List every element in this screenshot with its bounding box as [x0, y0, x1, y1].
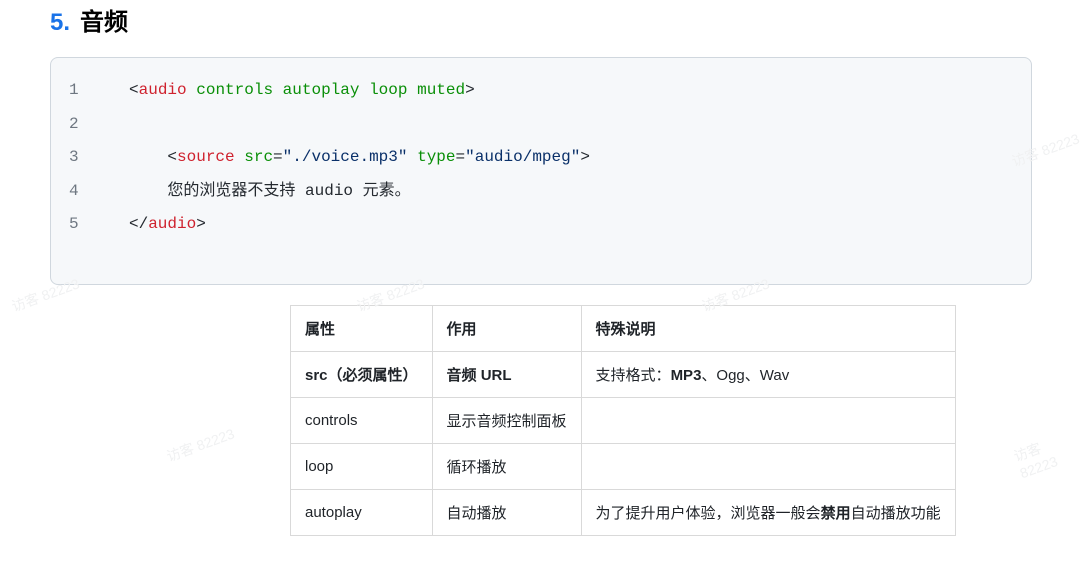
line-number: 2	[69, 108, 129, 142]
line-number: 1	[69, 74, 129, 108]
line-number: 5	[69, 208, 129, 242]
table-cell: loop	[291, 443, 433, 489]
table-cell	[581, 397, 955, 443]
table-cell: 自动播放	[432, 489, 581, 535]
table-row: autoplay自动播放为了提升用户体验，浏览器一般会禁用自动播放功能	[291, 489, 956, 535]
heading-text: 音频	[80, 2, 128, 37]
watermark: 访客 82223	[164, 423, 237, 466]
code-line: 2	[69, 108, 1013, 142]
table-row: src（必须属性）音频 URL支持格式：MP3、Ogg、Wav	[291, 351, 956, 397]
table-cell: controls	[291, 397, 433, 443]
code-line: 1<audio controls autoplay loop muted>	[69, 74, 1013, 108]
code-content	[129, 108, 139, 142]
heading-number: 5.	[50, 9, 70, 37]
code-content: <audio controls autoplay loop muted>	[129, 74, 475, 108]
line-number: 4	[69, 175, 129, 209]
table-cell: 支持格式：MP3、Ogg、Wav	[581, 351, 955, 397]
code-line: 4 您的浏览器不支持 audio 元素。	[69, 175, 1013, 209]
table-cell: 音频 URL	[432, 351, 581, 397]
code-block: 1<audio controls autoplay loop muted>2 3…	[50, 57, 1032, 285]
code-line: 3 <source src="./voice.mp3" type="audio/…	[69, 141, 1013, 175]
table-cell: src（必须属性）	[291, 351, 433, 397]
table-cell: 为了提升用户体验，浏览器一般会禁用自动播放功能	[581, 489, 955, 535]
table-header-cell: 作用	[432, 305, 581, 351]
section-heading: 5. 音频	[50, 0, 1032, 37]
table-cell: 显示音频控制面板	[432, 397, 581, 443]
line-number: 3	[69, 141, 129, 175]
table-header-row: 属性作用特殊说明	[291, 305, 956, 351]
table-row: controls显示音频控制面板	[291, 397, 956, 443]
code-content: 您的浏览器不支持 audio 元素。	[129, 175, 411, 209]
table-cell: 循环播放	[432, 443, 581, 489]
table-header-cell: 特殊说明	[581, 305, 955, 351]
code-content: <source src="./voice.mp3" type="audio/mp…	[129, 141, 590, 175]
code-content: </audio>	[129, 208, 206, 242]
table-row: loop循环播放	[291, 443, 956, 489]
attributes-table: 属性作用特殊说明src（必须属性）音频 URL支持格式：MP3、Ogg、Wavc…	[290, 305, 956, 536]
attributes-table-wrap: 属性作用特殊说明src（必须属性）音频 URL支持格式：MP3、Ogg、Wavc…	[290, 305, 1032, 536]
table-header-cell: 属性	[291, 305, 433, 351]
table-cell	[581, 443, 955, 489]
table-cell: autoplay	[291, 489, 433, 535]
code-line: 5</audio>	[69, 208, 1013, 242]
